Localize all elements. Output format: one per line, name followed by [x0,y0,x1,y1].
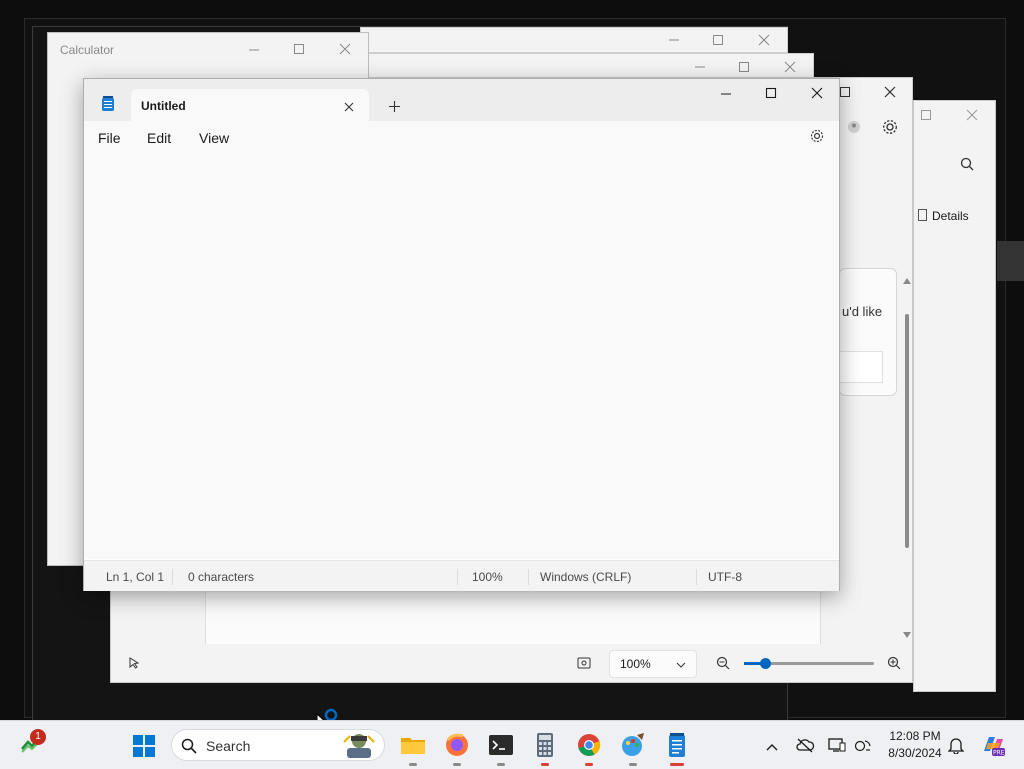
close-icon[interactable] [811,87,823,99]
zoom-level[interactable]: 100% [472,570,503,584]
content-area [205,592,821,644]
background-window-right: Details [913,100,1024,692]
start-button[interactable] [132,734,156,763]
badge-count: 1 [35,731,41,742]
minimize-icon[interactable] [668,34,680,46]
calculator-icon[interactable] [531,731,559,759]
status-divider [457,569,458,585]
clock-time[interactable]: 12:08 PM [880,729,950,743]
cursor-position[interactable]: Ln 1, Col 1 [106,570,164,584]
notification-badge: 1 [30,729,46,745]
notepad-icon[interactable] [663,731,691,759]
scrollbar-thumb[interactable] [905,314,909,548]
firefox-icon[interactable] [443,731,471,759]
search-placeholder: Search [206,738,251,754]
running-indicator [629,763,637,766]
menu-bar: File Edit View [84,121,839,154]
dark-panel [997,241,1024,281]
minimize-icon[interactable] [248,44,260,56]
copilot-icon[interactable]: PRE [980,733,1006,762]
zoom-value: 100% [620,657,651,671]
running-indicator-active [541,763,549,766]
zoom-in-icon[interactable] [887,656,901,670]
encoding[interactable]: UTF-8 [708,570,742,584]
onedrive-offline-icon[interactable] [795,737,815,758]
chevron-down-icon [676,657,686,675]
notepad-icon [101,96,115,117]
paint-icon[interactable] [619,731,647,759]
notepad-window: Untitled File Edit View Ln 1, Col 1 0 ch… [83,78,840,591]
taskbar-search[interactable]: Search [171,729,385,761]
zoom-select[interactable]: 100% [609,650,697,678]
chrome-icon[interactable] [575,731,603,759]
search-icon [181,738,197,759]
menu-view[interactable]: View [199,130,229,146]
display-icon[interactable] [828,737,846,758]
character-count: 0 characters [188,570,255,584]
maximize-icon[interactable] [738,61,750,73]
new-tab-icon[interactable] [389,99,400,117]
maximize-icon[interactable] [293,43,305,55]
line-ending[interactable]: Windows (CRLF) [540,570,631,584]
gear-icon[interactable] [809,128,825,149]
details-icon [918,209,927,221]
details-label: Details [932,209,969,223]
tab-title: Untitled [141,99,186,113]
scroll-down-icon[interactable] [903,632,911,638]
running-indicator [409,763,417,766]
partial-text: u'd like [842,304,883,319]
text-editor[interactable] [84,153,839,559]
running-indicator [497,763,505,766]
clock-date[interactable]: 8/30/2024 [880,746,950,760]
zoom-out-icon[interactable] [716,656,730,670]
running-indicator-active [585,763,593,766]
taskbar: 1 Search 12:08 PM 8/30/2024 PRE [0,720,1024,769]
gear-icon[interactable] [881,118,899,136]
bottom-toolbar: 100% [111,644,912,682]
close-icon[interactable] [339,43,351,55]
close-icon[interactable] [758,34,770,46]
search-icon[interactable] [960,157,974,171]
details-button[interactable]: Details [918,209,969,223]
maximize-icon[interactable] [712,34,724,46]
terminal-icon[interactable] [487,731,515,759]
tab-untitled[interactable]: Untitled [131,89,369,121]
network-icon[interactable] [854,737,872,758]
running-indicator [453,763,461,766]
maximize-icon[interactable] [920,109,932,121]
close-icon[interactable] [884,86,896,98]
search-highlight-icon [342,732,376,763]
minimize-icon[interactable] [720,88,732,100]
screenshot-icon[interactable] [577,656,591,670]
account-icon[interactable] [847,120,861,134]
menu-file[interactable]: File [98,130,121,146]
zoom-slider[interactable] [744,658,874,669]
maximize-icon[interactable] [765,87,777,99]
status-divider [696,569,697,585]
close-tab-icon[interactable] [344,99,354,117]
menu-edit[interactable]: Edit [147,130,171,146]
calculator-title: Calculator [60,43,115,57]
status-bar: Ln 1, Col 1 0 characters 100% Windows (C… [84,560,839,591]
restore-icon[interactable] [839,86,851,98]
cursor-tool-icon[interactable] [129,657,139,669]
zoom-slider-thumb[interactable] [760,658,771,669]
partial-input[interactable] [839,351,883,383]
scroll-up-icon[interactable] [903,278,911,284]
status-divider [528,569,529,585]
status-divider [172,569,173,585]
notification-bell-icon[interactable] [947,736,965,759]
svg-text:PRE: PRE [993,750,1005,757]
title-bar: Untitled [84,79,839,121]
running-indicator-active [670,763,684,766]
minimize-icon[interactable] [694,61,706,73]
file-explorer-icon[interactable] [399,731,427,759]
scrollbar[interactable] [903,278,911,648]
close-icon[interactable] [784,61,796,73]
close-icon[interactable] [966,109,978,121]
chevron-up-icon[interactable] [766,739,778,757]
